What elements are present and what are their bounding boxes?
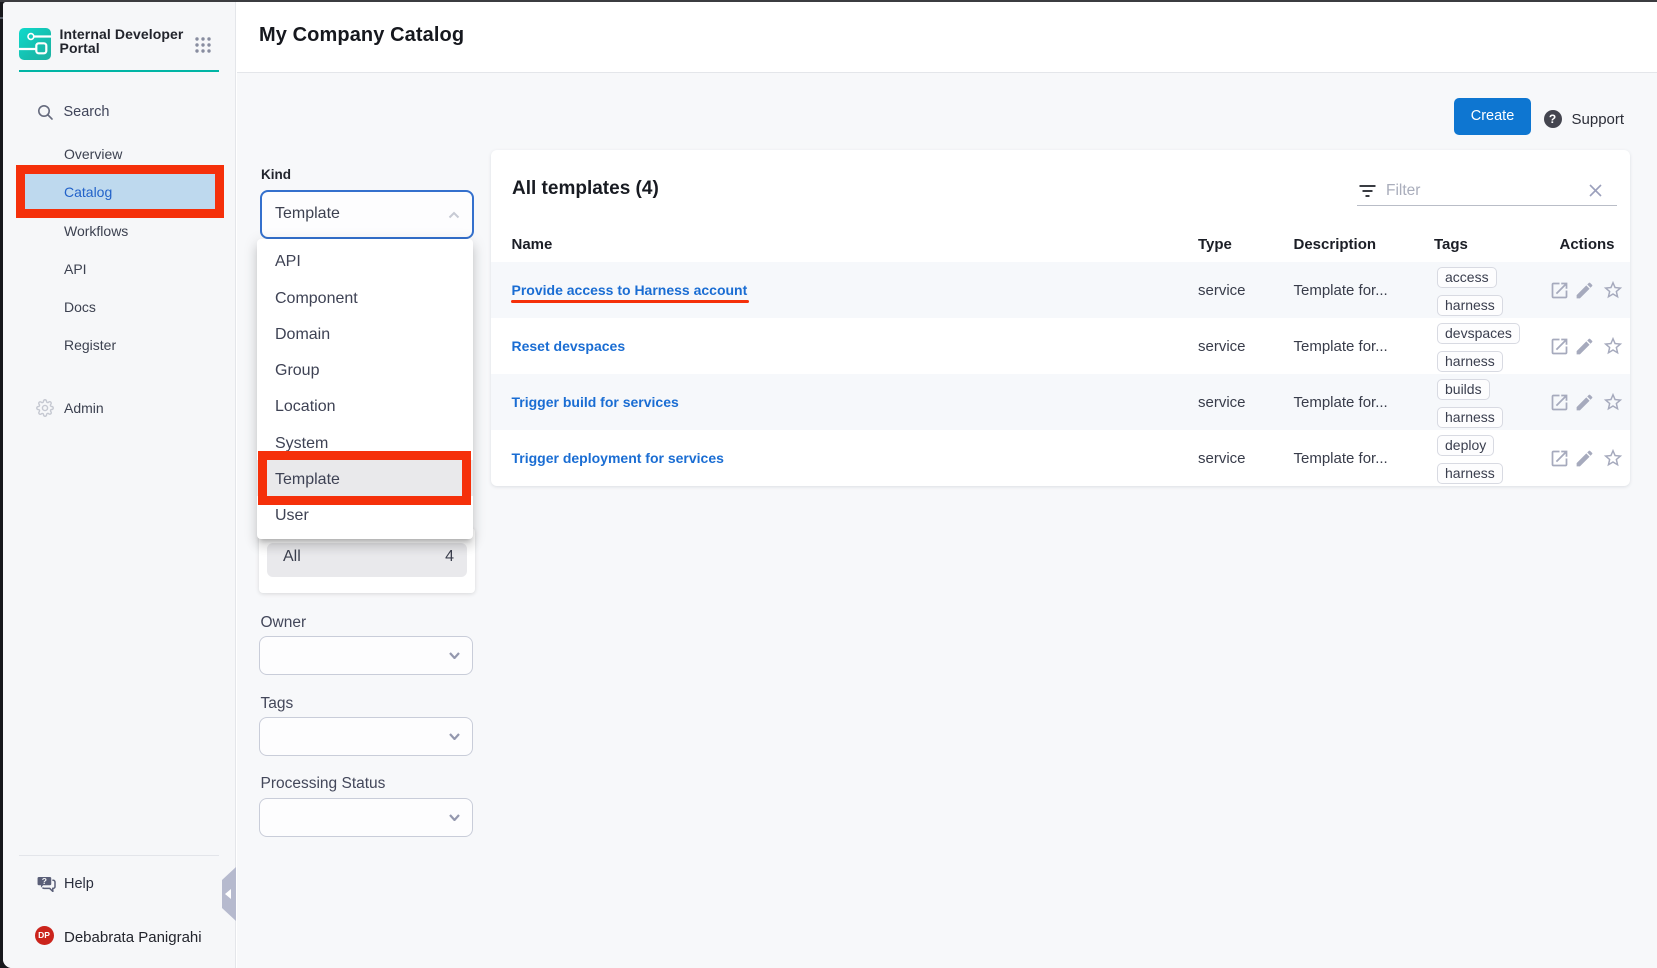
svg-text:?: ? bbox=[41, 876, 46, 886]
